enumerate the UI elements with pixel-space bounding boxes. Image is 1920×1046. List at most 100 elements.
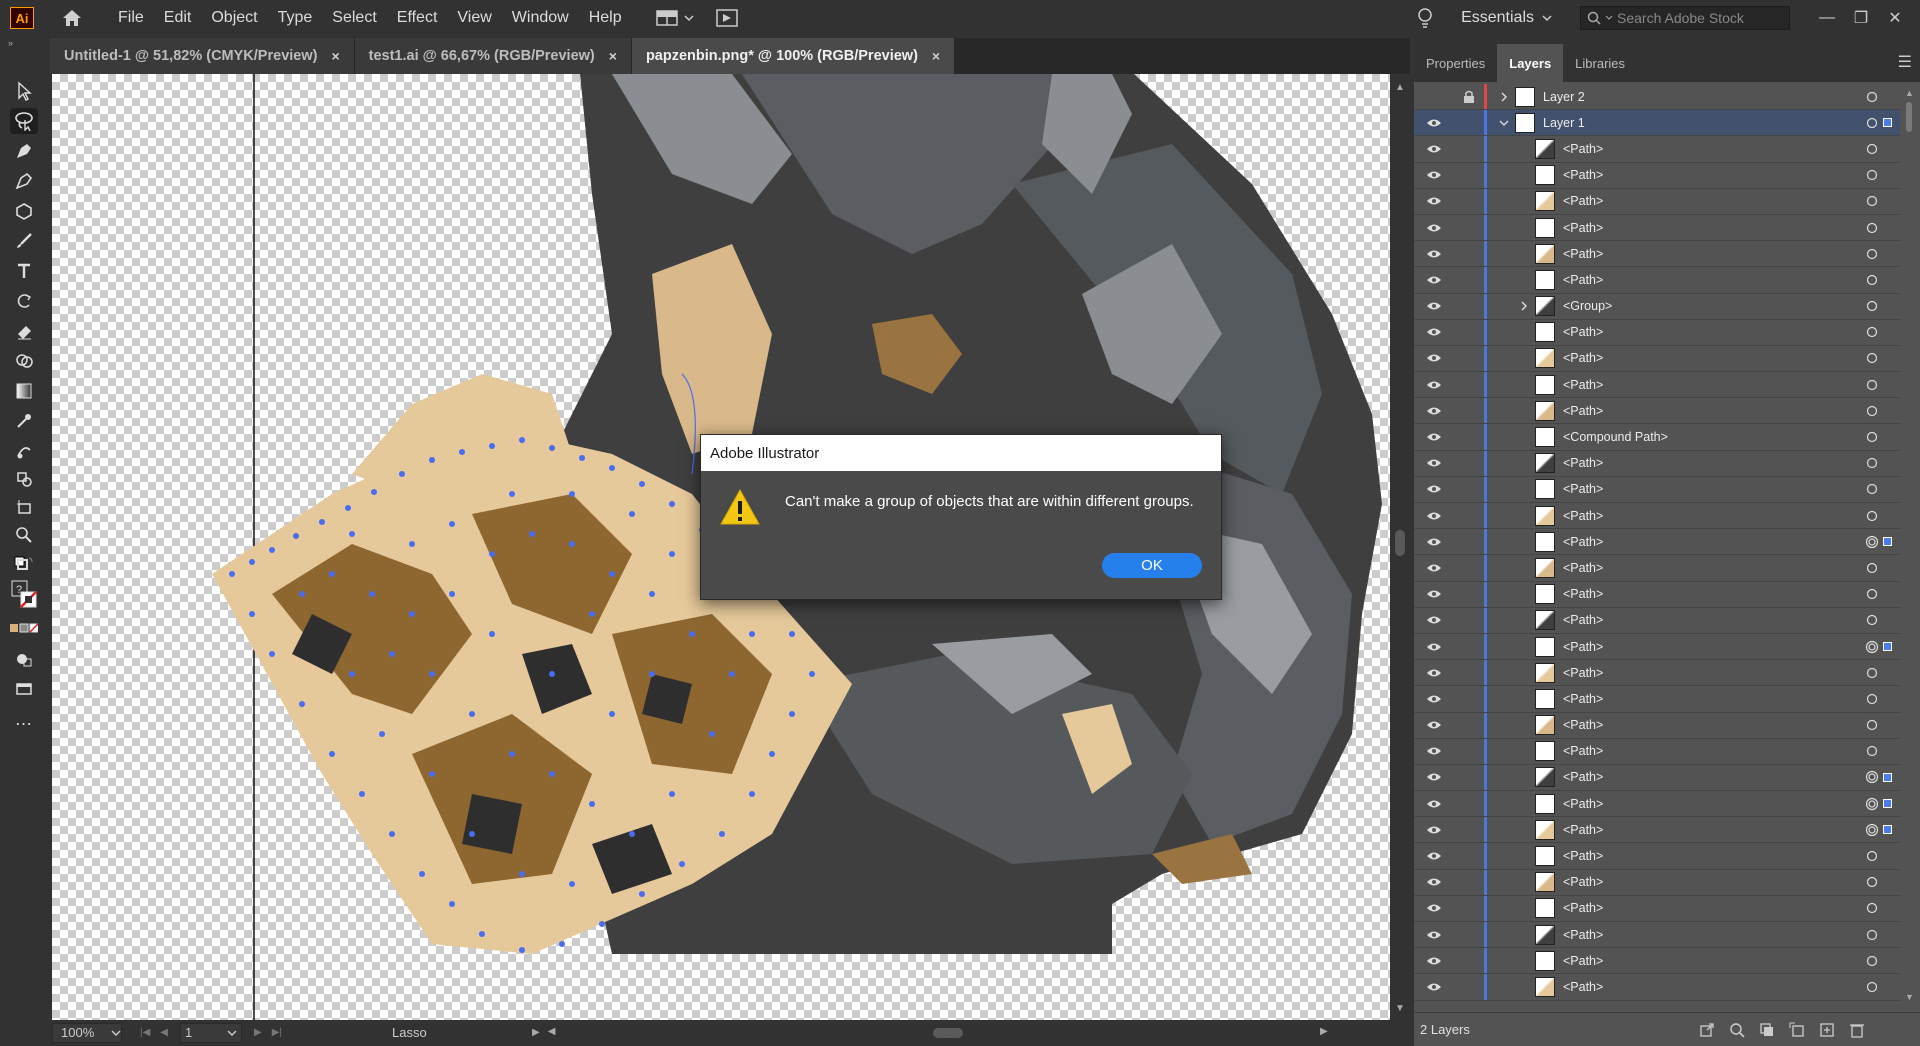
chevron-down-icon[interactable] (1493, 119, 1515, 127)
visibility-eye-icon[interactable] (1414, 668, 1454, 678)
selection-indicator[interactable] (1882, 642, 1892, 652)
visibility-eye-icon[interactable] (1414, 615, 1454, 625)
artboard-canvas[interactable]: Adobe Illustrator Can't make a group of … (52, 74, 1390, 1020)
visibility-eye-icon[interactable] (1414, 589, 1454, 599)
clipping-mask-icon[interactable] (1752, 1022, 1782, 1038)
sublayer-row[interactable]: <Path> (1414, 869, 1900, 896)
target-icon[interactable] (1862, 719, 1882, 731)
locate-object-icon[interactable] (1722, 1022, 1752, 1038)
draw-mode-icon[interactable] (10, 646, 38, 672)
layer-row[interactable]: Layer 2 (1414, 84, 1900, 111)
visibility-eye-icon[interactable] (1414, 353, 1454, 363)
sublayer-row[interactable]: <Path> (1414, 974, 1900, 1001)
target-icon[interactable] (1862, 405, 1882, 417)
menu-type[interactable]: Type (268, 9, 323, 27)
target-icon[interactable] (1862, 274, 1882, 286)
target-icon[interactable] (1862, 693, 1882, 705)
sublayer-row[interactable]: <Path> (1414, 895, 1900, 922)
sublayer-row[interactable]: <Path> (1414, 319, 1900, 346)
menu-window[interactable]: Window (502, 9, 579, 27)
menu-effect[interactable]: Effect (387, 9, 448, 27)
target-icon[interactable] (1862, 222, 1882, 234)
eraser-tool-icon[interactable] (10, 318, 38, 344)
sublayer-row[interactable]: <Path> (1414, 712, 1900, 739)
layer-row[interactable]: Layer 1 (1414, 110, 1900, 137)
target-icon[interactable] (1862, 195, 1882, 207)
sublayer-row[interactable]: <Path> (1414, 660, 1900, 687)
sublayer-row[interactable]: <Path> (1414, 948, 1900, 975)
previous-artboard-icon[interactable]: ◀ (160, 1027, 168, 1038)
lock-icon[interactable] (1454, 90, 1484, 104)
target-icon[interactable] (1862, 902, 1882, 914)
new-sublayer-icon[interactable] (1782, 1022, 1812, 1038)
curvature-tool-icon[interactable] (10, 168, 38, 194)
target-icon[interactable] (1862, 614, 1882, 626)
paintbrush-tool-icon[interactable] (10, 228, 38, 254)
menu-edit[interactable]: Edit (154, 9, 202, 27)
tab-libraries[interactable]: Libraries (1563, 44, 1637, 82)
target-icon[interactable] (1862, 510, 1882, 522)
target-icon[interactable] (1862, 823, 1882, 837)
selection-indicator[interactable] (1882, 772, 1892, 782)
sublayer-row[interactable]: <Path> (1414, 843, 1900, 870)
selection-indicator[interactable] (1882, 118, 1892, 128)
sublayer-row[interactable]: <Path> (1414, 791, 1900, 818)
visibility-eye-icon[interactable] (1414, 327, 1454, 337)
visibility-eye-icon[interactable] (1414, 223, 1454, 233)
sublayer-row[interactable]: <Compound Path> (1414, 424, 1900, 451)
tab-test1[interactable]: test1.ai @ 66,67% (RGB/Preview) × (354, 38, 632, 74)
target-icon[interactable] (1862, 91, 1882, 103)
visibility-eye-icon[interactable] (1414, 537, 1454, 547)
sublayer-row[interactable]: <Path> (1414, 136, 1900, 163)
visibility-eye-icon[interactable] (1414, 144, 1454, 154)
screen-mode-icon[interactable] (10, 676, 38, 702)
arrange-documents-icon[interactable] (655, 9, 694, 27)
visibility-eye-icon[interactable] (1414, 118, 1454, 128)
target-icon[interactable] (1862, 248, 1882, 260)
tab-layers[interactable]: Layers (1497, 44, 1564, 82)
next-artboard-icon[interactable]: ▶ (254, 1027, 262, 1038)
target-icon[interactable] (1862, 876, 1882, 888)
target-icon[interactable] (1862, 143, 1882, 155)
target-icon[interactable] (1862, 169, 1882, 181)
sublayer-row[interactable]: <Path> (1414, 398, 1900, 425)
close-tab-icon[interactable]: × (932, 48, 940, 64)
sublayer-row[interactable]: <Path> (1414, 345, 1900, 373)
minimize-button[interactable]: — (1810, 9, 1844, 27)
sublayer-row[interactable]: <Path> (1414, 241, 1900, 268)
visibility-eye-icon[interactable] (1414, 982, 1454, 992)
visibility-eye-icon[interactable] (1414, 196, 1454, 206)
target-icon[interactable] (1862, 770, 1882, 784)
visibility-eye-icon[interactable] (1414, 799, 1454, 809)
visibility-eye-icon[interactable] (1414, 746, 1454, 756)
target-icon[interactable] (1862, 640, 1882, 654)
layers-scrollbar[interactable]: ▲ ▼ (1900, 84, 1920, 1006)
fill-stroke-swatch-icon[interactable]: ? (10, 578, 40, 612)
sublayer-row[interactable]: <Path> (1414, 214, 1900, 242)
shape-builder-tool-icon[interactable] (10, 348, 38, 374)
swap-fill-stroke-icon[interactable] (10, 550, 38, 576)
chevron-right-icon[interactable] (1513, 301, 1535, 311)
target-icon[interactable] (1862, 588, 1882, 600)
sublayer-row[interactable]: <Path> (1414, 633, 1900, 661)
status-menu-icon[interactable]: ▶ (532, 1027, 540, 1038)
visibility-eye-icon[interactable] (1414, 851, 1454, 861)
tab-properties[interactable]: Properties (1414, 44, 1497, 82)
target-icon[interactable] (1862, 352, 1882, 364)
restore-button[interactable]: ❐ (1844, 8, 1878, 28)
visibility-eye-icon[interactable] (1414, 301, 1454, 311)
visibility-eye-icon[interactable] (1414, 275, 1454, 285)
lightbulb-icon[interactable] (1411, 7, 1439, 29)
ok-button[interactable]: OK (1102, 553, 1202, 578)
sublayer-row[interactable]: <Path> (1414, 450, 1900, 477)
target-icon[interactable] (1862, 535, 1882, 549)
selection-indicator[interactable] (1882, 799, 1892, 809)
visibility-eye-icon[interactable] (1414, 903, 1454, 913)
visibility-eye-icon[interactable] (1414, 170, 1454, 180)
tab-papzenbin[interactable]: papzenbin.png* @ 100% (RGB/Preview) × (631, 38, 956, 74)
home-icon[interactable] (58, 4, 86, 32)
sublayer-row[interactable]: <Path> (1414, 372, 1900, 399)
target-icon[interactable] (1862, 745, 1882, 757)
canvas-vertical-scrollbar[interactable]: ▲ ▼ (1390, 74, 1412, 1020)
visibility-eye-icon[interactable] (1414, 563, 1454, 573)
